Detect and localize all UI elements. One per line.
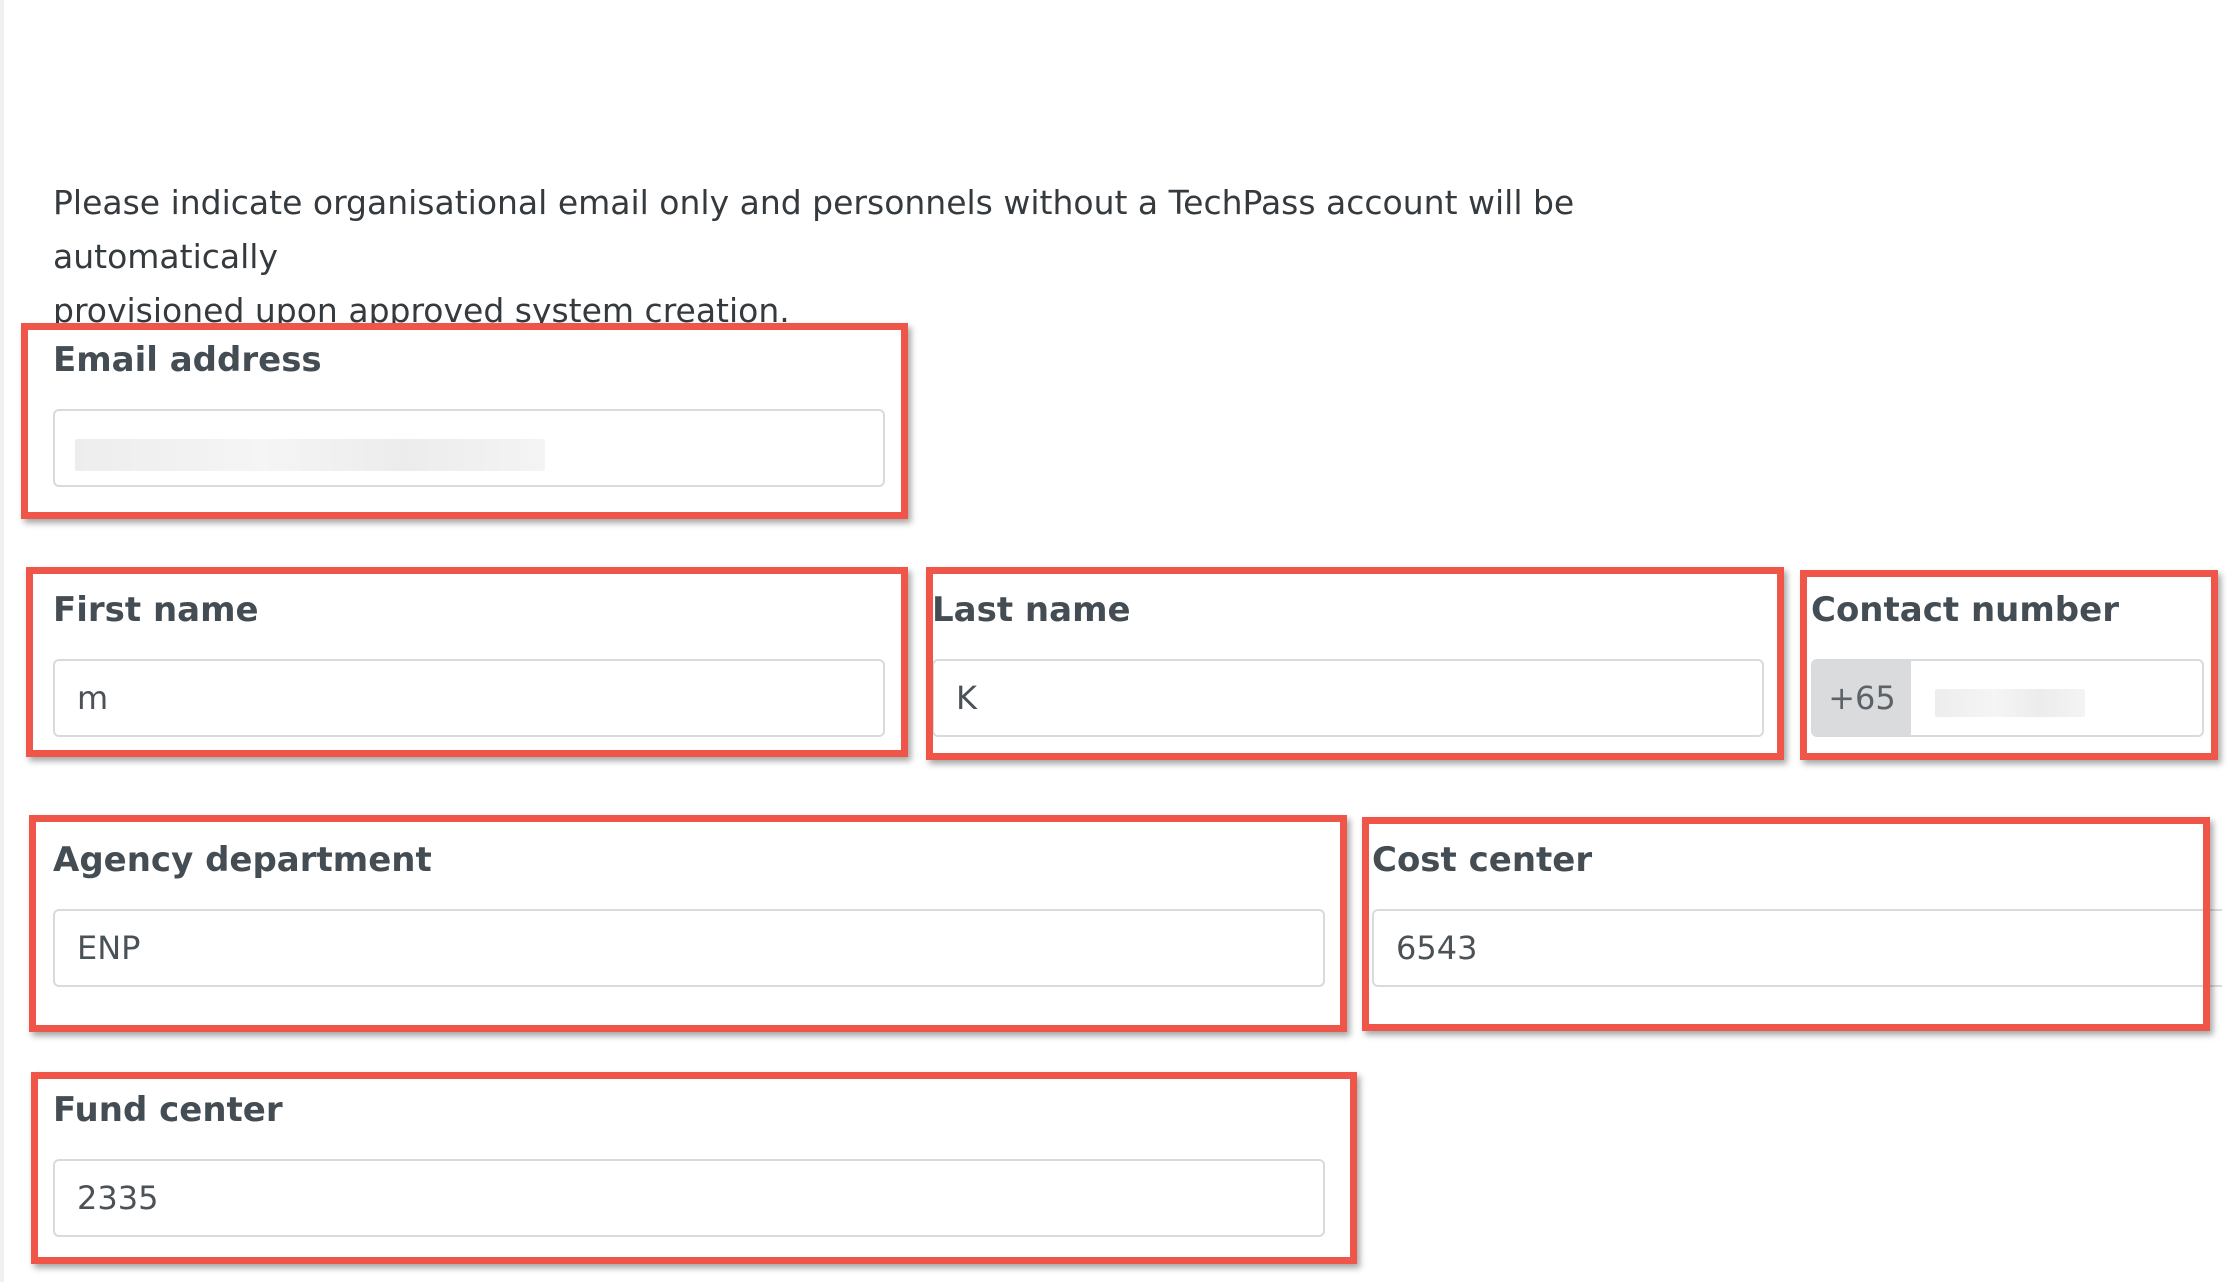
cost-center-value: 6543 <box>1396 929 1478 967</box>
intro-line-1: Please indicate organisational email onl… <box>53 183 1575 276</box>
last-name-label: Last name <box>932 590 1131 630</box>
email-label: Email address <box>53 340 322 380</box>
intro-line-2: provisioned upon approved system creatio… <box>53 291 790 330</box>
cost-center-label: Cost center <box>1372 840 1593 880</box>
agency-department-input[interactable]: ENP <box>53 909 1325 987</box>
contact-number-input[interactable]: +65 <box>1811 659 2204 737</box>
intro-text: Please indicate organisational email onl… <box>53 176 1753 338</box>
email-redacted-value <box>75 439 545 471</box>
fund-center-value: 2335 <box>77 1179 159 1217</box>
first-name-input[interactable]: m <box>53 659 885 737</box>
agency-department-label: Agency department <box>53 840 432 880</box>
country-code-prefix: +65 <box>1813 661 1911 735</box>
first-name-value: m <box>77 679 109 717</box>
cost-center-input[interactable]: 6543 <box>1372 909 2222 987</box>
email-input[interactable] <box>53 409 885 487</box>
fund-center-label: Fund center <box>53 1090 283 1130</box>
contact-number-redacted-value <box>1935 689 2085 717</box>
first-name-label: First name <box>53 590 259 630</box>
left-edge-strip <box>0 0 4 1282</box>
last-name-value: K <box>956 679 977 717</box>
last-name-input[interactable]: K <box>932 659 1764 737</box>
contact-number-label: Contact number <box>1811 590 2119 630</box>
fund-center-input[interactable]: 2335 <box>53 1159 1325 1237</box>
agency-department-value: ENP <box>77 929 141 967</box>
